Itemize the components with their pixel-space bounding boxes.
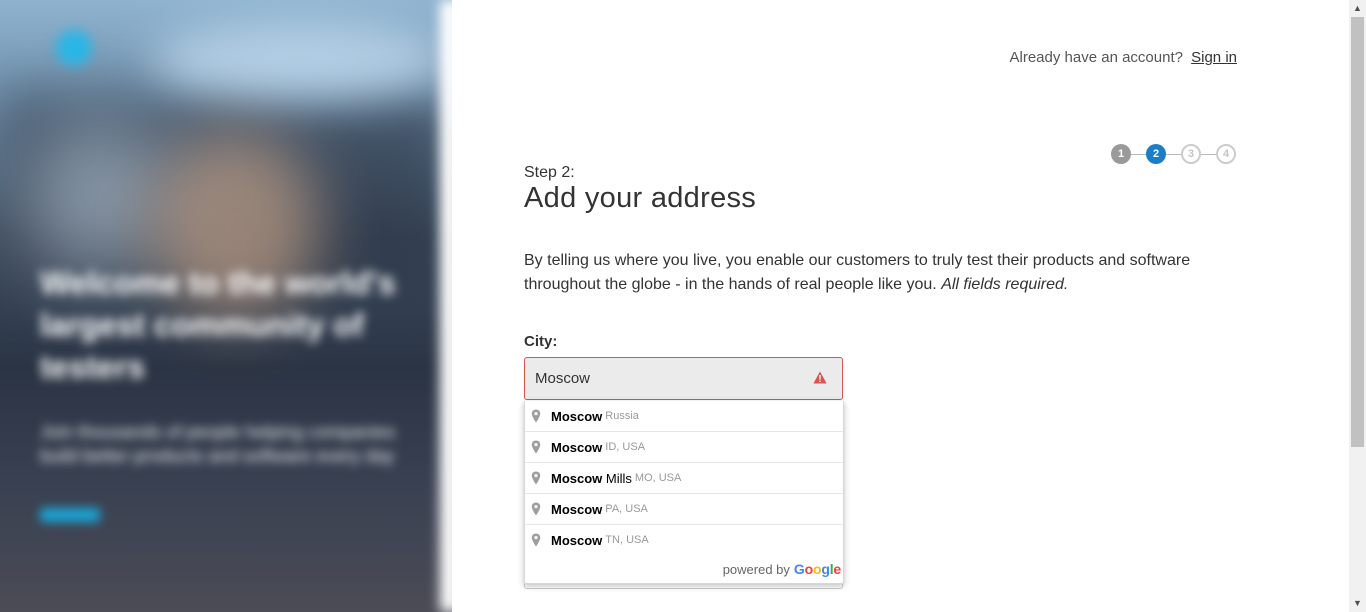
powered-by-google: powered by Google [525,555,843,583]
autocomplete-main: Moscow [551,409,602,424]
autocomplete-match: Moscow [551,439,603,455]
step-connector [1166,153,1181,155]
autocomplete-main: Moscow Mills [551,471,632,486]
autocomplete-item[interactable]: Moscow Russia [525,401,843,431]
step-connector [1201,153,1216,155]
brand-logo [56,30,92,66]
autocomplete-secondary: PA, USA [605,503,648,515]
hero-sky [150,20,450,100]
google-logo: Google [793,561,841,577]
hero-fade-edge [440,0,452,612]
autocomplete-match: Moscow [551,408,603,424]
form-description: By telling us where you live, you enable… [524,249,1224,297]
account-prompt: Already have an account? Sign in [1010,49,1238,66]
map-pin-icon [531,409,541,423]
step-indicator: 1 2 3 4 [1111,143,1236,165]
scroll-up-arrow-icon[interactable]: ▲ [1349,0,1366,17]
map-pin-icon [531,502,541,516]
autocomplete-main: Moscow [551,440,602,455]
city-label: City: [524,333,558,350]
city-autocomplete-dropdown: Moscow Russia Moscow ID, USA Moscow Mill… [524,401,844,584]
hero-headline: Welcome to the world's largest community… [40,265,396,385]
map-pin-icon [531,471,541,485]
account-prompt-text: Already have an account? [1009,49,1183,66]
step-4: 4 [1216,144,1236,164]
sign-in-link[interactable]: Sign in [1191,49,1237,66]
map-pin-icon [531,533,541,547]
step-2: 2 [1146,144,1166,164]
step-connector [1131,153,1146,155]
page-title: Add your address [524,182,757,214]
hero-image-panel: Welcome to the world's largest community… [0,0,452,612]
autocomplete-match: Moscow [551,501,603,517]
step-3: 3 [1181,144,1201,164]
autocomplete-secondary: TN, USA [605,534,649,546]
autocomplete-item[interactable]: Moscow TN, USA [525,524,843,555]
autocomplete-match: Moscow [551,532,603,548]
scroll-thumb[interactable] [1351,17,1364,447]
description-text: By telling us where you live, you enable… [524,252,1191,293]
hero-cta[interactable] [40,508,100,522]
powered-by-text: powered by [722,561,790,577]
autocomplete-main: Moscow [551,502,602,517]
step-label: Step 2: [524,164,575,181]
autocomplete-main: Moscow [551,533,602,548]
autocomplete-secondary: MO, USA [634,472,682,484]
autocomplete-match: Moscow [551,470,603,486]
step-1: 1 [1111,144,1131,164]
warning-icon [813,371,827,384]
autocomplete-rest: Mills [602,470,632,486]
required-note: All fields required. [941,276,1069,293]
city-input[interactable]: Moscow [524,357,843,400]
autocomplete-secondary: Russia [605,410,639,422]
hero-body: Join thousands of people helping compani… [40,422,396,466]
autocomplete-secondary: ID, USA [605,441,646,453]
page-scrollbar[interactable]: ▲ ▼ [1349,0,1366,612]
scroll-down-arrow-icon[interactable]: ▼ [1349,595,1366,612]
autocomplete-item[interactable]: Moscow PA, USA [525,493,843,524]
autocomplete-item[interactable]: Moscow Mills MO, USA [525,462,843,493]
map-pin-icon [531,440,541,454]
autocomplete-item[interactable]: Moscow ID, USA [525,431,843,462]
